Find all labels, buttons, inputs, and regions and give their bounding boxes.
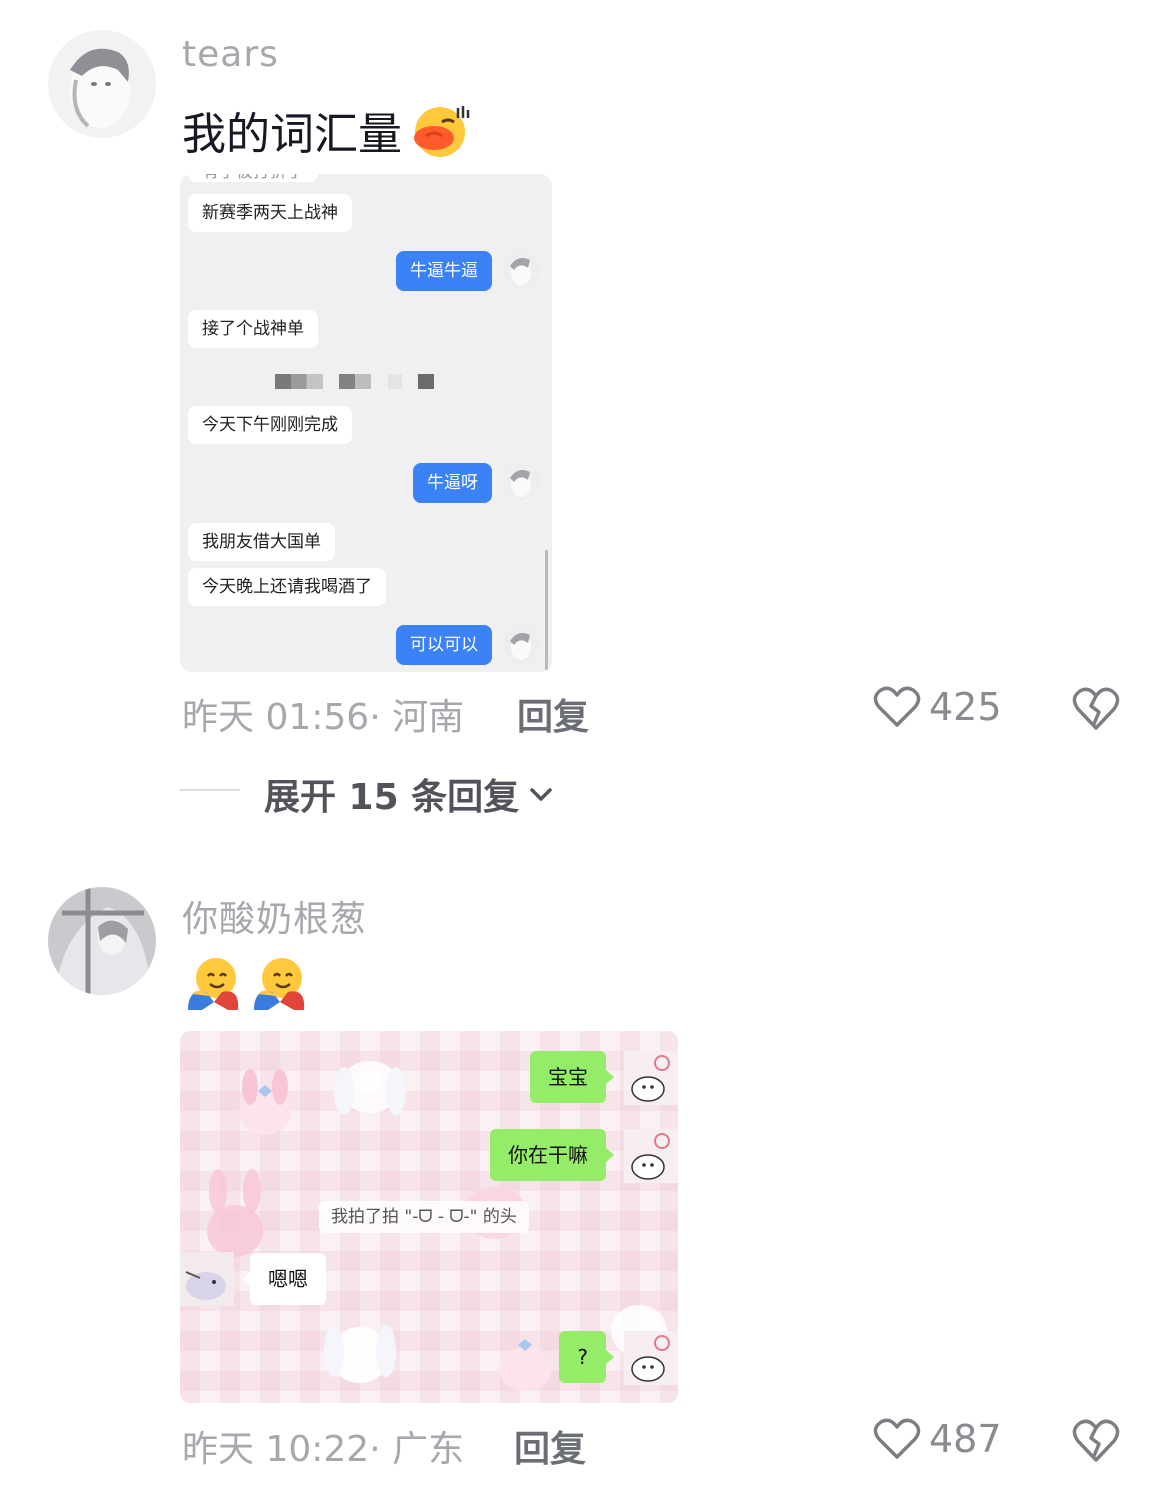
comment-time-location: 昨天 10:22· 广东 xyxy=(182,1429,465,1470)
comment-username[interactable]: 你酸奶根葱 xyxy=(182,890,367,942)
heart-icon xyxy=(873,1418,921,1459)
expand-replies-button[interactable]: 展开 15 条回复 xyxy=(264,768,555,820)
chat-avatar xyxy=(624,1129,678,1183)
bunny-wallpaper-icon xyxy=(499,1339,551,1391)
chat-message-left: 今天下午刚刚完成 xyxy=(188,406,352,444)
chat-avatar xyxy=(502,462,540,500)
chat-avatar xyxy=(624,1051,678,1105)
chat-avatar xyxy=(502,250,540,288)
chat-avatar xyxy=(624,1331,678,1385)
mosaic-redaction xyxy=(275,374,323,389)
cool-face-emoji-icon xyxy=(414,106,470,157)
chat-message-left: 我朋友借大国单 xyxy=(188,523,335,561)
dog-wallpaper-icon xyxy=(334,1061,406,1115)
chat-message-right: 可以可以 xyxy=(396,625,492,665)
reply-button[interactable]: 回复 xyxy=(514,1420,586,1472)
chat-message-right: 牛逼牛逼 xyxy=(396,251,492,291)
expand-replies-label: 展开 15 条回复 xyxy=(264,777,520,818)
reply-button[interactable]: 回复 xyxy=(517,688,589,740)
bunny-wallpaper-icon xyxy=(239,1069,291,1135)
hugging-face-emoji-icon xyxy=(188,958,239,1010)
chat-message-right: 你在干嘛 xyxy=(490,1129,614,1181)
like-count: 487 xyxy=(929,1417,1002,1461)
avatar[interactable] xyxy=(48,887,156,995)
avatar-image xyxy=(48,30,156,138)
chat-message-left: 接了个战神单 xyxy=(188,310,318,348)
attached-chat-screenshot[interactable]: 宝宝 你在干嘛 我拍了拍 "-ᗜ - ᗜ-" 的头 嗯嗯 ? xyxy=(180,1031,678,1403)
chat-message-right: ? xyxy=(559,1331,614,1383)
dog-wallpaper-icon xyxy=(324,1325,396,1383)
chat-message-right: 宝宝 xyxy=(530,1051,614,1103)
comment-time-location: 昨天 01:56· 河南 xyxy=(182,697,465,738)
heart-icon xyxy=(873,686,921,727)
comment-text: 我的词汇量 xyxy=(182,98,470,162)
broken-heart-icon[interactable] xyxy=(1072,684,1120,732)
system-pat-message: 我拍了拍 "-ᗜ - ᗜ-" 的头 xyxy=(319,1201,529,1233)
comment-username[interactable]: tears xyxy=(182,34,279,75)
mosaic-redaction xyxy=(418,374,434,389)
hugging-face-emoji-icon xyxy=(254,958,305,1010)
chat-message-left: 今天晚上还请我喝酒了 xyxy=(188,568,386,606)
chat-message-left-partial: 有了被打折了 xyxy=(188,174,318,182)
chat-avatar xyxy=(180,1252,234,1306)
comment-emoji-row xyxy=(184,954,308,1012)
chevron-down-icon xyxy=(530,788,552,801)
mosaic-redaction xyxy=(388,374,402,389)
expand-divider xyxy=(180,789,240,791)
chat-message-left: 嗯嗯 xyxy=(242,1253,326,1305)
attached-chat-screenshot[interactable]: 有了被打折了 新赛季两天上战神 牛逼牛逼 接了个战神单 今天下午刚刚完成 牛逼呀… xyxy=(180,174,552,672)
avatar[interactable] xyxy=(48,30,156,138)
like-count: 425 xyxy=(929,685,1002,729)
chat-message-left: 新赛季两天上战神 xyxy=(188,194,352,232)
screenshot-scrollbar xyxy=(545,550,548,670)
avatar-image xyxy=(48,887,156,995)
like-button[interactable]: 487 xyxy=(873,1417,1002,1461)
broken-heart-icon[interactable] xyxy=(1072,1416,1120,1464)
comment-text-content: 我的词汇量 xyxy=(182,109,402,160)
chat-message-right: 牛逼呀 xyxy=(413,463,492,503)
chat-avatar xyxy=(502,625,540,663)
mosaic-redaction xyxy=(339,374,371,389)
like-button[interactable]: 425 xyxy=(873,685,1002,729)
